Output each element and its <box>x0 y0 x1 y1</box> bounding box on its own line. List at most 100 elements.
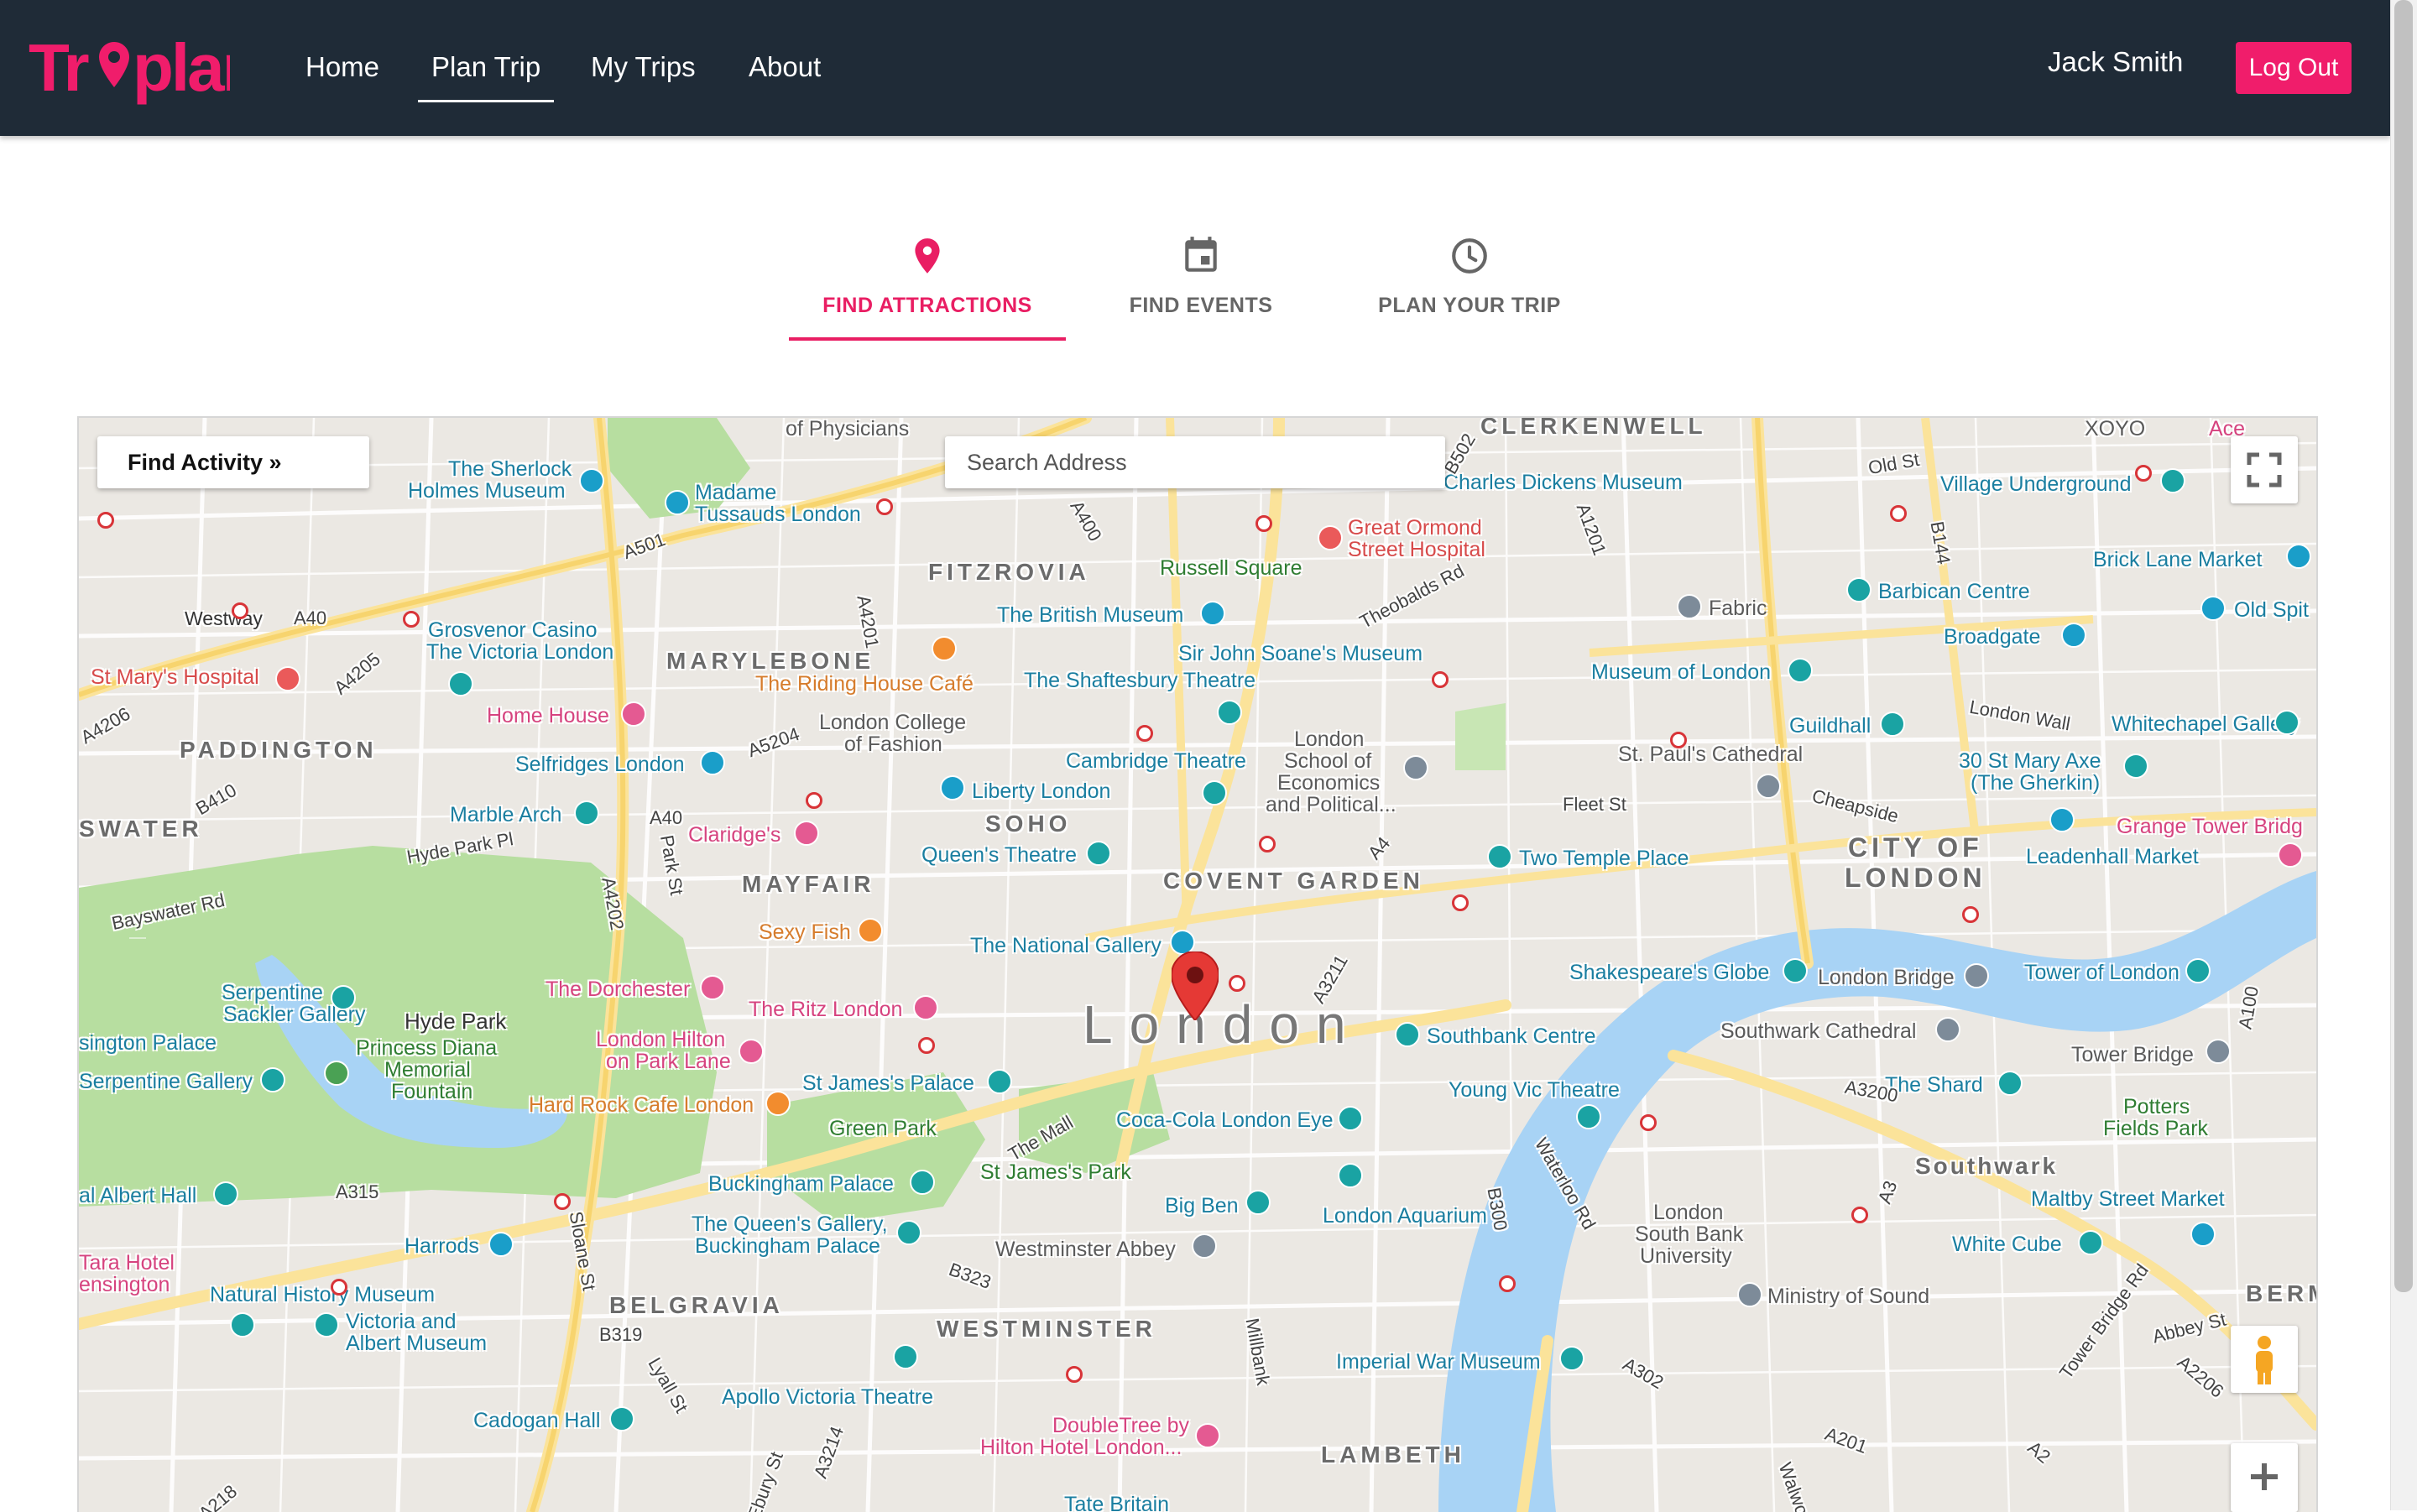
museum-icon[interactable] <box>1788 658 1813 683</box>
nav-plan-trip[interactable]: Plan Trip <box>417 47 555 102</box>
museum-icon[interactable] <box>665 490 690 515</box>
landmark-icon[interactable] <box>1880 712 1905 737</box>
tube-station-icon[interactable] <box>1255 515 1272 532</box>
tube-station-icon[interactable] <box>918 1037 935 1054</box>
museum-icon[interactable] <box>2078 1230 2103 1255</box>
landmark-icon[interactable] <box>987 1069 1012 1094</box>
tube-station-icon[interactable] <box>1962 906 1979 923</box>
shopping-icon[interactable] <box>700 750 725 775</box>
hotel-icon[interactable] <box>913 995 938 1020</box>
shopping-icon[interactable] <box>2190 1222 2216 1247</box>
park-icon[interactable] <box>324 1061 349 1086</box>
nav-home[interactable]: Home <box>305 47 379 87</box>
landmark-icon[interactable] <box>910 1170 935 1195</box>
landmark-icon[interactable] <box>1964 963 1989 988</box>
landmark-icon[interactable] <box>1338 1106 1363 1131</box>
theater-icon[interactable] <box>1202 780 1227 806</box>
hotel-icon[interactable] <box>700 975 725 1000</box>
tube-station-icon[interactable] <box>1890 505 1907 522</box>
tube-station-icon[interactable] <box>1066 1366 1083 1383</box>
theater-icon[interactable] <box>1783 958 1808 983</box>
museum-icon[interactable] <box>260 1067 285 1092</box>
shopping-icon[interactable] <box>488 1232 514 1257</box>
tube-station-icon[interactable] <box>1259 836 1276 852</box>
tube-station-icon[interactable] <box>1851 1207 1868 1223</box>
hotel-icon[interactable] <box>1195 1423 1220 1448</box>
casino-icon[interactable] <box>448 671 473 696</box>
restaurant-icon[interactable] <box>765 1091 791 1116</box>
church-icon[interactable] <box>1192 1233 1217 1259</box>
hospital-icon[interactable] <box>275 666 300 691</box>
shopping-icon[interactable] <box>940 775 965 800</box>
landmark-icon[interactable] <box>1487 844 1512 869</box>
museum-icon[interactable] <box>314 1312 339 1337</box>
tube-station-icon[interactable] <box>331 1279 347 1296</box>
tube-station-icon[interactable] <box>554 1193 571 1210</box>
theater-icon[interactable] <box>1217 700 1242 725</box>
find-activity-button[interactable]: Find Activity » <box>97 436 369 488</box>
tube-station-icon[interactable] <box>876 498 893 515</box>
landmark-icon[interactable] <box>1245 1190 1271 1215</box>
tube-station-icon[interactable] <box>1499 1275 1516 1292</box>
music-venue-icon[interactable] <box>1846 577 1871 602</box>
aquarium-icon[interactable] <box>1338 1163 1363 1188</box>
theater-icon[interactable] <box>893 1344 918 1369</box>
hotel-icon[interactable] <box>2278 842 2303 868</box>
tube-station-icon[interactable] <box>1670 732 1687 748</box>
shopping-icon[interactable] <box>2061 623 2086 648</box>
scrollbar-thumb[interactable] <box>2394 0 2413 1292</box>
church-icon[interactable] <box>1756 774 1781 799</box>
tube-station-icon[interactable] <box>1432 671 1449 688</box>
museum-icon[interactable] <box>1200 601 1225 626</box>
school-icon[interactable] <box>1403 755 1428 780</box>
logout-button[interactable]: Log Out <box>2236 42 2352 94</box>
museum-icon[interactable] <box>230 1312 255 1337</box>
hotel-icon[interactable] <box>739 1039 764 1064</box>
landmark-icon[interactable] <box>2123 753 2148 779</box>
map-canvas[interactable]: FITZROVIA MARYLEBONE PADDINGTON SOHO MAY… <box>77 416 2318 1512</box>
tube-station-icon[interactable] <box>2135 465 2152 482</box>
museum-icon[interactable] <box>579 468 604 493</box>
zoom-in-button[interactable] <box>2231 1443 2298 1512</box>
tab-find-events[interactable]: FIND EVENTS <box>1062 227 1339 341</box>
triplan-logo[interactable]: Tr plan Tr plan <box>29 23 263 116</box>
tube-station-icon[interactable] <box>1229 975 1245 992</box>
landmark-icon[interactable] <box>1997 1071 2023 1096</box>
museum-icon[interactable] <box>896 1220 921 1245</box>
tube-station-icon[interactable] <box>232 602 248 619</box>
theater-icon[interactable] <box>1086 841 1111 866</box>
hospital-icon[interactable] <box>1318 525 1343 550</box>
search-address-input[interactable] <box>945 436 1445 488</box>
nav-about[interactable]: About <box>749 47 821 87</box>
tube-station-icon[interactable] <box>806 792 822 809</box>
tube-station-icon[interactable] <box>403 611 420 628</box>
music-venue-icon[interactable] <box>213 1181 238 1207</box>
fullscreen-button[interactable] <box>2231 436 2298 503</box>
church-icon[interactable] <box>1935 1017 1960 1042</box>
tube-station-icon[interactable] <box>1452 894 1469 911</box>
tab-plan-your-trip[interactable]: PLAN YOUR TRIP <box>1331 227 1608 341</box>
music-venue-icon[interactable] <box>1395 1022 1420 1047</box>
tube-station-icon[interactable] <box>97 512 114 529</box>
museum-icon[interactable] <box>1559 1346 1584 1371</box>
shopping-icon[interactable] <box>2049 807 2075 832</box>
shopping-icon[interactable] <box>2286 544 2311 569</box>
music-venue-icon[interactable] <box>2160 468 2185 493</box>
restaurant-icon[interactable] <box>858 918 883 943</box>
museum-icon[interactable] <box>331 985 356 1010</box>
tube-station-icon[interactable] <box>1640 1114 1657 1131</box>
restaurant-icon[interactable] <box>932 636 957 661</box>
music-venue-icon[interactable] <box>609 1406 634 1431</box>
shopping-icon[interactable] <box>2200 596 2226 621</box>
tube-station-icon[interactable] <box>1136 725 1153 742</box>
nav-my-trips[interactable]: My Trips <box>591 47 696 87</box>
nightclub-icon[interactable] <box>1677 594 1702 619</box>
hotel-icon[interactable] <box>794 821 819 846</box>
selected-location-pin-icon[interactable] <box>1172 952 1219 1020</box>
castle-icon[interactable] <box>2185 958 2211 983</box>
theater-icon[interactable] <box>1576 1104 1601 1129</box>
street-view-pegman[interactable] <box>2231 1326 2298 1393</box>
nightclub-icon[interactable] <box>1737 1282 1762 1307</box>
user-name[interactable]: Jack Smith <box>2048 42 2183 82</box>
hotel-icon[interactable] <box>621 701 646 727</box>
